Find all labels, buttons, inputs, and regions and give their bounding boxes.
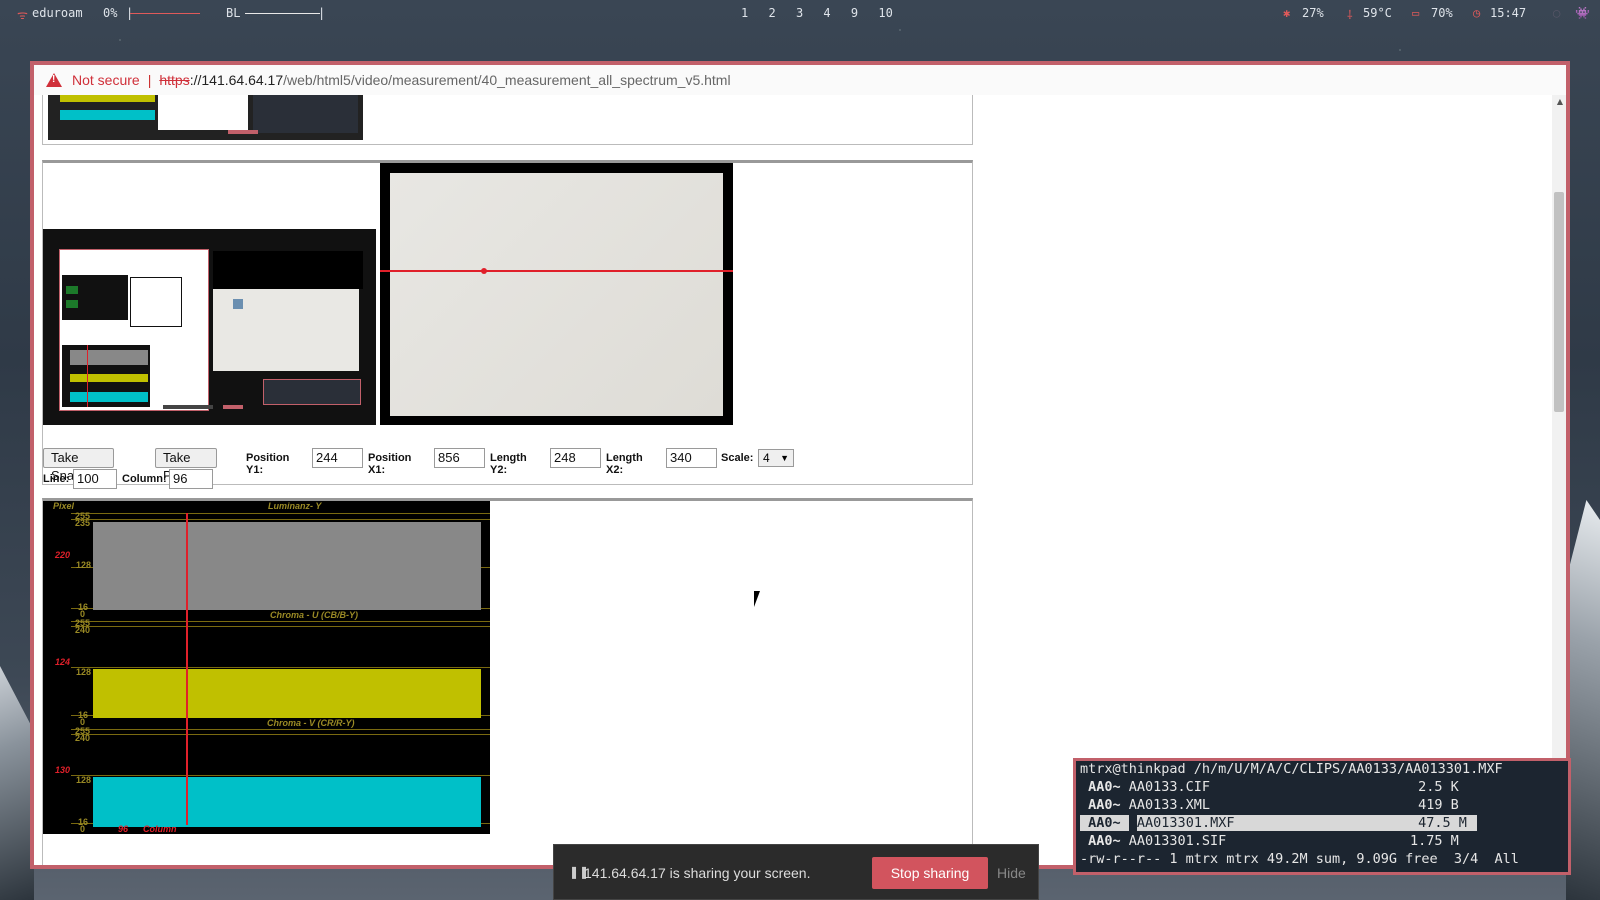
chroma-u-title: Chroma - U (CB/B-Y) [270,610,358,620]
workspace-list: 1 2 3 4 9 10 [741,6,906,20]
length-x2-label: Length X2: [606,452,643,476]
file-row[interactable]: AA0~ AA013301.SIF 1.75 M [1080,833,1459,849]
scale-value: 4 [763,451,770,465]
measurement-point[interactable] [481,268,487,274]
scrollbar-thumb[interactable] [1554,192,1564,412]
length-y2-label: Length Y2: [490,452,527,476]
column-input[interactable]: 96 [169,469,213,489]
measurement-line [380,270,733,272]
url-separator: | [147,72,152,88]
chroma-u-histogram [93,669,481,718]
pixel-label: Pixel [53,501,75,511]
file-row[interactable]: AA0~ AA0133.CIF 2.5 K [1080,779,1459,795]
scale-label: Scale: [721,452,754,464]
screen-snapshot-thumbnail [43,229,376,425]
luma-title: Luminanz- Y [268,501,322,511]
wifi-icon: ᯤ [17,8,28,22]
network-name: eduroam [32,6,83,20]
sharing-message: 141.64.64.17 is sharing your screen. [584,865,811,881]
v-tick-0: 0 [80,824,86,834]
thumbnail-browser [59,249,209,411]
wallpaper-mountain-right [1566,500,1600,900]
luma-histogram [93,522,481,610]
workspace-9[interactable]: 9 [851,6,858,20]
u-tick-240: 240 [75,625,91,635]
spectrum-panel: Pixel Luminanz- Y 255 235 220 128 16 0 C… [42,498,973,865]
url-scheme: https [159,72,190,88]
browser-window: Not secure | https ://141.64.64.17 /web/… [30,61,1570,869]
workspace-10[interactable]: 10 [878,6,892,20]
warning-icon[interactable] [46,73,62,87]
url-host: ://141.64.64.17 [189,72,284,88]
battery-icon: ▭ [1412,6,1420,20]
column-cursor[interactable] [186,513,188,825]
position-x1-label: Position X1: [368,452,412,476]
workspace-1[interactable]: 1 [741,6,748,20]
cpu-usage: 27% [1302,6,1324,20]
chroma-v-title: Chroma - V (CR/R-Y) [267,718,355,728]
clock: 15:47 [1490,6,1527,20]
mouse-pointer-icon [754,591,766,607]
v-tick-240: 240 [75,733,91,743]
address-bar[interactable]: Not secure | https ://141.64.64.17 /web/… [34,65,1566,96]
temperature: 59°C [1363,6,1392,20]
not-secure-label[interactable]: Not secure [72,72,140,88]
backlight-slider-end: | [318,6,326,20]
scroll-up-icon[interactable]: ▲ [1557,97,1563,106]
file-row-selected[interactable]: AA0~ AA013301.MXF 47.5 M [1080,815,1477,831]
hide-button[interactable]: Hide [997,865,1026,881]
cpu-icon: ✱ [1283,6,1291,20]
line-input[interactable]: 100 [73,469,117,489]
backlight-label: BL [226,6,241,20]
spectrum-graph: Pixel Luminanz- Y 255 235 220 128 16 0 C… [43,501,490,834]
chroma-v-histogram [93,777,481,827]
u-tick-128: 128 [76,667,92,677]
camera-image[interactable] [380,163,733,425]
battery-level: 70% [1431,6,1453,20]
length-x2-input[interactable]: 340 [666,448,717,468]
terminal-status-line: -rw-r--r-- 1 mtrx mtrx 49.2M sum, 9.09G … [1080,851,1519,867]
column-value: 96 [118,824,129,834]
stop-sharing-button[interactable]: Stop sharing [872,857,988,889]
terminal-path: mtrx@thinkpad /h/m/U/M/A/C/CLIPS/AA0133/… [1080,761,1503,777]
luma-value: 220 [55,550,71,560]
volume-level: 0% [103,6,118,20]
screen-sharing-bar: ❚❚ 141.64.64.17 is sharing your screen. … [553,844,1039,900]
luma-tick-235: 235 [75,518,91,528]
workspace-2[interactable]: 2 [768,6,775,20]
page-viewport: Take Snapshot Take Position Position Y1:… [34,95,1566,865]
clock-icon: ◷ [1473,6,1481,20]
position-x1-input[interactable]: 856 [434,448,485,468]
capture-panel: Take Snapshot Take Position Position Y1:… [42,160,973,489]
length-y2-input[interactable]: 248 [550,448,601,468]
status-bar: ᯤ eduroam 0% | BL | 1 2 3 4 9 10 ✱ 27% ⸸… [0,0,1600,26]
v-tick-128: 128 [76,775,92,785]
file-row[interactable]: AA0~ AA0133.XML 419 B [1080,797,1459,813]
luma-tick-128: 128 [76,560,92,570]
backlight-slider[interactable] [245,13,320,14]
previous-snapshot-thumbnail [48,95,363,140]
u-value: 124 [55,657,71,667]
page-scrollbar[interactable]: ▲ [1552,95,1566,865]
tray-toggle-icon[interactable]: ◯ [1553,6,1560,20]
line-label: Line: [43,473,70,485]
position-y1-input[interactable]: 244 [312,448,363,468]
previous-panel [42,95,973,145]
wallpaper-mountain-left [0,666,34,900]
workspace-4[interactable]: 4 [823,6,830,20]
url-path: /web/html5/video/measurement/40_measurem… [283,72,731,88]
column-axis-label: Column [143,824,177,834]
discord-icon[interactable]: 👾 [1575,6,1590,20]
position-y1-label: Position Y1: [246,452,290,476]
volume-slider[interactable] [130,13,200,14]
column-label: Column: [122,473,167,485]
scale-select[interactable]: 4 [758,449,794,467]
v-value: 130 [55,765,71,775]
take-snapshot-button[interactable]: Take Snapshot [43,448,114,483]
take-position-button[interactable]: Take Position [155,448,218,483]
temperature-icon: ⸸ [1347,8,1353,22]
workspace-3[interactable]: 3 [796,6,803,20]
terminal-window[interactable]: mtrx@thinkpad /h/m/U/M/A/C/CLIPS/AA0133/… [1073,758,1571,875]
